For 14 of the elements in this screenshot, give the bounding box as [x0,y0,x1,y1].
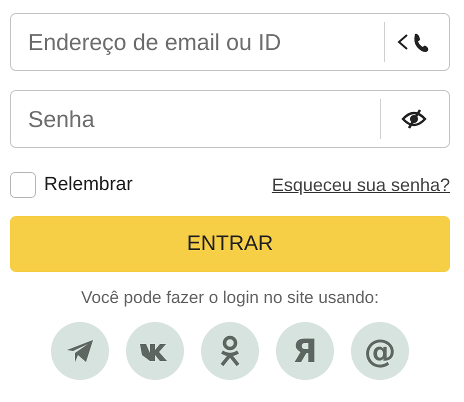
remember-label: Relembrar [44,174,133,196]
social-login-button[interactable]: @ [351,322,409,380]
email-field-frame[interactable]: Endereço de email ou ID [10,13,450,71]
social-login-button[interactable]: Я [276,322,334,380]
forgot-password-link[interactable]: Esqueceu sua senha? [272,174,450,196]
paper-plane-icon [66,338,94,364]
ok-logo-icon [219,335,241,367]
password-field[interactable]: Senha [11,91,380,147]
eye-slash-icon[interactable] [401,109,427,129]
login-button[interactable]: ENTRAR [10,216,450,272]
password-field-frame[interactable]: Senha [10,90,450,148]
social-login-caption: Você pode fazer o login no site usando: [80,288,380,308]
email-field[interactable]: Endereço de email ou ID [11,14,384,70]
remember-checkbox[interactable] [10,172,36,198]
